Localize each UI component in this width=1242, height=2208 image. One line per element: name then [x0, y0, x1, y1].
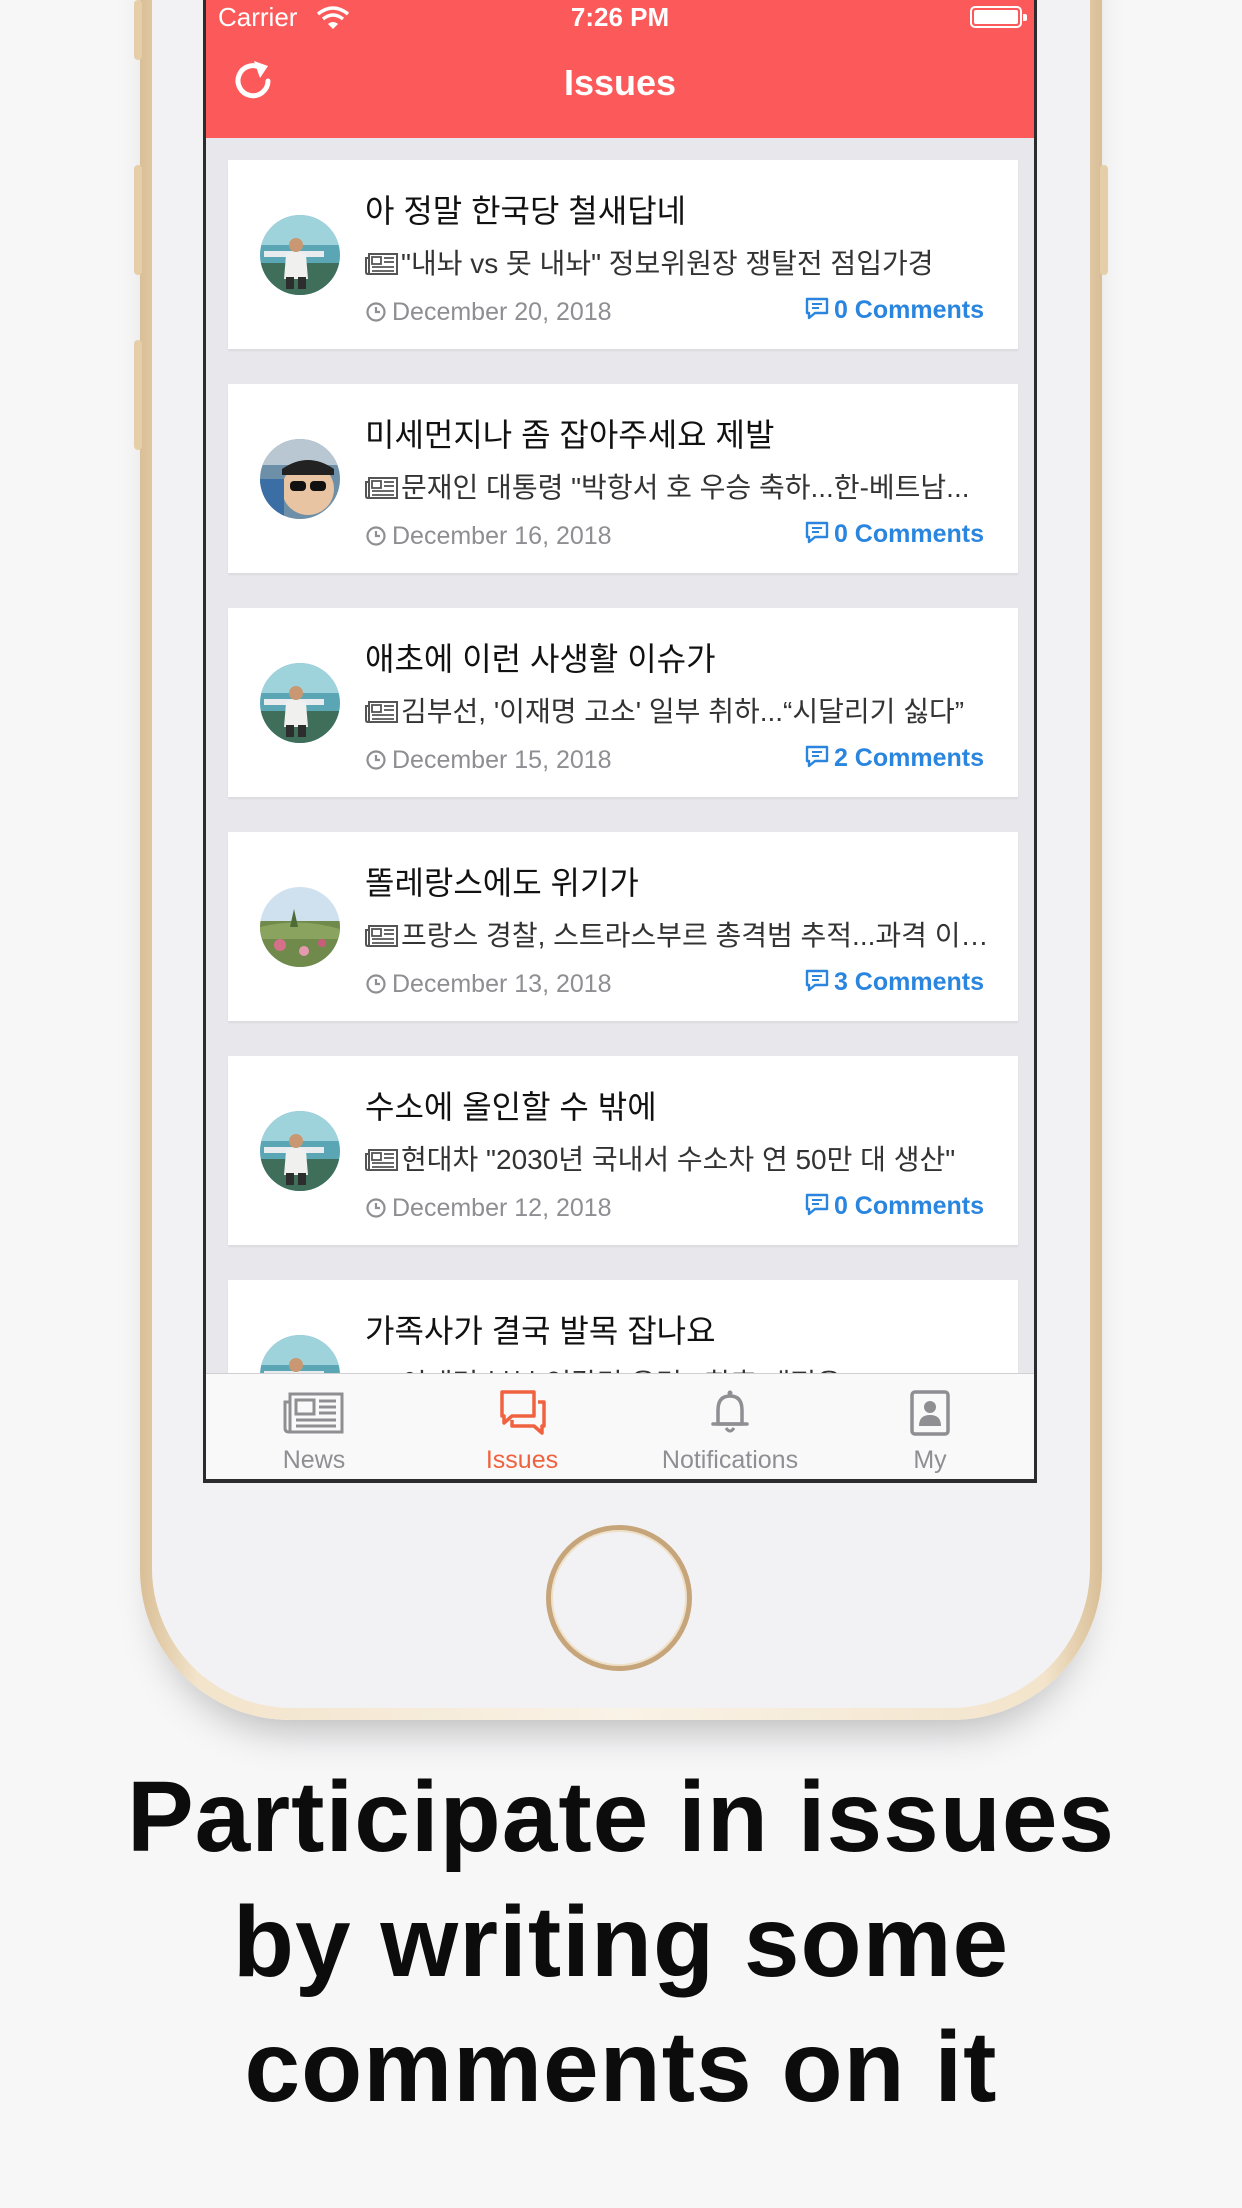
profile-icon — [910, 1390, 950, 1436]
news-headline: "내놔 vs 못 내놔" 정보위원장 쟁탈전 점입가경 — [401, 248, 934, 279]
tab-label: My — [913, 1446, 947, 1474]
avatar — [260, 215, 340, 295]
comment-icon — [805, 297, 829, 320]
linked-news[interactable]: 김부선, '이재명 고소' 일부 취하...“시달리기 싫다” — [365, 690, 1005, 730]
news-headline: 현대차 "2030년 국내서 수소차 연 50만 대 생산" — [401, 1144, 956, 1175]
comments-link[interactable]: 0 Comments — [804, 296, 984, 325]
tab-news[interactable]: News — [210, 1374, 418, 1479]
volume-up-button — [134, 165, 142, 275]
avatar — [260, 663, 340, 743]
linked-news[interactable]: 프랑스 경찰, 스트라스부르 총격범 추적...과격 이… — [365, 914, 1005, 954]
comments-count: 0 Comments — [833, 1192, 984, 1220]
date-text: December 16, 2018 — [392, 522, 612, 550]
caption-line: by writing some — [232, 1886, 1010, 1998]
comments-count: 2 Comments — [833, 744, 984, 772]
avatar — [260, 439, 340, 519]
navigation-bar: Carrier 7:26 PM Issues — [206, 0, 1034, 138]
linked-news[interactable]: "내놔 vs 못 내놔" 정보위원장 쟁탈전 점입가경 — [365, 242, 1005, 282]
news-headline: 문재인 대통령 "박항서 호 우승 축하...한-베트남... — [401, 472, 970, 503]
newspaper-icon — [365, 1149, 398, 1171]
date-text: December 20, 2018 — [392, 298, 612, 326]
comments-link[interactable]: 2 Comments — [804, 744, 984, 773]
news-headline: 프랑스 경찰, 스트라스부르 총격범 추적...과격 이… — [401, 920, 989, 951]
newspaper-icon — [365, 253, 398, 275]
comment-icon — [805, 521, 829, 544]
issue-card[interactable]: 애초에 이런 사생활 이슈가김부선, '이재명 고소' 일부 취하...“시달리… — [228, 608, 1018, 797]
clock-icon — [366, 1198, 386, 1218]
avatar — [260, 1111, 340, 1191]
newspaper-icon — [365, 925, 398, 947]
caption-line: comments on it — [244, 2011, 998, 2123]
clock-icon — [366, 526, 386, 546]
battery-icon — [970, 6, 1027, 28]
issue-title: 가족사가 결국 발목 잡나요 — [365, 1313, 716, 1349]
tab-label: Issues — [485, 1446, 559, 1474]
issue-title: 수소에 올인할 수 밖에 — [365, 1089, 657, 1125]
issue-date: December 16, 2018 — [365, 522, 612, 551]
comments-count: 0 Comments — [833, 520, 984, 548]
tab-label: Notifications — [661, 1446, 799, 1474]
chat-bubbles-icon — [500, 1390, 546, 1435]
issue-title: 애초에 이런 사생활 이슈가 — [365, 641, 716, 677]
comment-icon — [805, 969, 829, 992]
clock-icon — [366, 302, 386, 322]
comment-icon — [805, 1193, 829, 1216]
mute-switch — [134, 0, 142, 60]
issue-title: 아 정말 한국당 철새답네 — [365, 193, 687, 229]
comments-count: 3 Comments — [833, 968, 984, 996]
caption-line: Participate in issues — [126, 1761, 1116, 1873]
comments-link[interactable]: 0 Comments — [804, 520, 984, 549]
linked-news[interactable]: 문재인 대통령 "박항서 호 우승 축하...한-베트남... — [365, 466, 1005, 506]
clock-icon — [366, 974, 386, 994]
app-screen: Carrier 7:26 PM Issues 아 정말 한국당 철새답네 "내놔 … — [203, 0, 1037, 1483]
page-title: Issues — [563, 62, 677, 103]
newspaper-icon — [365, 701, 398, 723]
promo-caption: Participate in issues by writing some co… — [0, 1755, 1242, 2130]
comment-icon — [805, 745, 829, 768]
issue-date: December 20, 2018 — [365, 298, 612, 327]
issue-card[interactable]: 똘레랑스에도 위기가프랑스 경찰, 스트라스부르 총격범 추적...과격 이… D… — [228, 832, 1018, 1021]
date-text: December 12, 2018 — [392, 1194, 612, 1222]
tab-issues[interactable]: Issues — [418, 1374, 626, 1479]
issue-date: December 15, 2018 — [365, 746, 612, 775]
avatar — [260, 887, 340, 967]
comments-link[interactable]: 0 Comments — [804, 1192, 984, 1221]
tab-notifications[interactable]: Notifications — [626, 1374, 834, 1479]
issue-title: 미세먼지나 좀 잡아주세요 제발 — [365, 417, 775, 453]
clock-icon — [366, 750, 386, 770]
issue-card[interactable]: 수소에 올인할 수 밖에현대차 "2030년 국내서 수소차 연 50만 대 생… — [228, 1056, 1018, 1245]
newspaper-icon — [283, 1392, 344, 1434]
date-text: December 13, 2018 — [392, 970, 612, 998]
status-time: 7:26 PM — [570, 2, 670, 32]
issue-list: 아 정말 한국당 철새답네 "내놔 vs 못 내놔" 정보위원장 쟁탈전 점입가경… — [228, 160, 1018, 1479]
tab-bar: News Issues Notifications My — [206, 1373, 1034, 1479]
issue-date: December 12, 2018 — [365, 1194, 612, 1223]
tab-my[interactable]: My — [826, 1374, 1034, 1479]
linked-news[interactable]: 현대차 "2030년 국내서 수소차 연 50만 대 생산" — [365, 1138, 1005, 1178]
issue-card[interactable]: 미세먼지나 좀 잡아주세요 제발문재인 대통령 "박항서 호 우승 축하...한… — [228, 384, 1018, 573]
comments-count: 0 Comments — [833, 296, 984, 324]
news-headline: 김부선, '이재명 고소' 일부 취하...“시달리기 싫다” — [401, 696, 965, 727]
home-button[interactable] — [546, 1525, 692, 1671]
newspaper-icon — [365, 477, 398, 499]
issue-title: 똘레랑스에도 위기가 — [365, 865, 639, 901]
date-text: December 15, 2018 — [392, 746, 612, 774]
bell-icon — [711, 1390, 749, 1433]
power-button — [1100, 165, 1108, 275]
tab-label: News — [282, 1446, 346, 1474]
volume-down-button — [134, 340, 142, 450]
issue-card[interactable]: 아 정말 한국당 철새답네 "내놔 vs 못 내놔" 정보위원장 쟁탈전 점입가경… — [228, 160, 1018, 349]
comments-link[interactable]: 3 Comments — [804, 968, 984, 997]
issue-date: December 13, 2018 — [365, 970, 612, 999]
